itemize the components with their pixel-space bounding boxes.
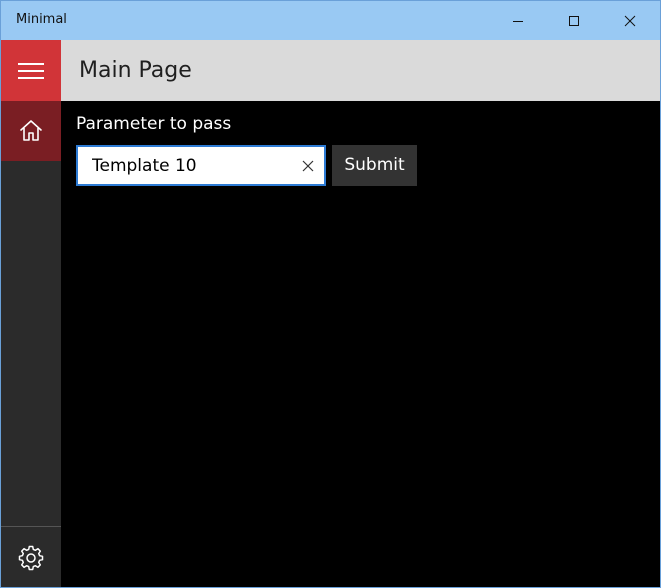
sidebar-item-settings[interactable] (1, 528, 61, 587)
close-icon (624, 15, 636, 26)
hamburger-icon (18, 62, 44, 79)
sidebar-item-home[interactable] (1, 101, 61, 161)
title-bar[interactable]: Minimal (1, 1, 660, 40)
clear-text-button[interactable] (298, 156, 318, 176)
hamburger-menu-pane (1, 40, 61, 587)
app-window: Minimal Main Page Parameter to pass Temp… (0, 0, 661, 588)
parameter-textbox[interactable] (76, 145, 326, 186)
minimize-button[interactable] (495, 1, 541, 40)
sidebar-divider (1, 526, 61, 527)
minimize-icon (513, 20, 523, 22)
main-content: Parameter to pass Submit (61, 101, 660, 587)
parameter-input[interactable] (78, 147, 288, 184)
gear-icon (18, 545, 44, 571)
submit-button[interactable]: Submit (332, 145, 417, 186)
home-icon (20, 120, 42, 141)
page-title: Main Page (79, 58, 192, 83)
maximize-button[interactable] (551, 1, 597, 40)
hamburger-button[interactable] (1, 40, 61, 101)
close-window-button[interactable] (607, 1, 653, 40)
parameter-label: Parameter to pass (76, 114, 232, 134)
maximize-icon (569, 15, 579, 26)
clear-icon (302, 160, 314, 172)
page-header: Main Page (61, 40, 660, 101)
window-title: Minimal (16, 12, 67, 27)
